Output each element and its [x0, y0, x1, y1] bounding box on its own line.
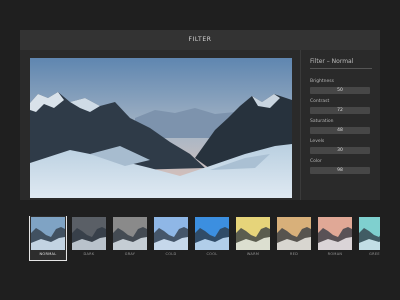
slider-value: 98: [337, 168, 343, 173]
filter-label: ROMAN: [327, 252, 343, 256]
slider-label: Contrast: [310, 99, 330, 104]
slider-value: 72: [337, 108, 343, 113]
filter-name-label: Filter – Normal: [310, 58, 354, 65]
filter-thumbnail-red[interactable]: RED: [276, 216, 312, 260]
slider-label: Levels: [310, 139, 325, 144]
filter-thumbnail-normal[interactable]: NORMAL: [29, 216, 67, 261]
filter-preview-image: [277, 217, 311, 250]
filter-thumbnail-roman[interactable]: ROMAN: [317, 216, 353, 260]
mountain-photo: [30, 58, 292, 198]
filter-thumbnail-cold[interactable]: COLD: [153, 216, 189, 260]
slider-brightness: Brightness 50: [310, 79, 372, 94]
slider-levels: Levels 30: [310, 139, 372, 154]
slider-contrast: Contrast 72: [310, 99, 372, 114]
filter-thumbnail-warm[interactable]: WARM: [235, 216, 271, 260]
slider-value: 48: [337, 128, 343, 133]
slider-label: Brightness: [310, 79, 334, 84]
filter-label: RED: [289, 252, 299, 256]
filter-preview-image: [236, 217, 270, 250]
filter-label: NORMAL: [39, 252, 57, 256]
filter-window: FILTER Filter – Normal Brightness 50 Con…: [20, 30, 380, 200]
filter-thumbnail-dark[interactable]: DARK: [71, 216, 107, 260]
panel-divider: [300, 50, 301, 200]
filter-label: WARM: [246, 252, 260, 256]
filter-preview-image: [31, 217, 65, 250]
contrast-slider[interactable]: 72: [310, 107, 370, 114]
filter-thumbnail-cool[interactable]: COOL: [194, 216, 230, 260]
adjustment-panel: Filter – Normal Brightness 50 Contrast 7…: [310, 56, 372, 196]
filter-label: GRAY: [124, 252, 136, 256]
filter-label: COLD: [165, 252, 177, 256]
window-title: FILTER: [20, 30, 380, 50]
saturation-slider[interactable]: 48: [310, 127, 370, 134]
filter-preview-image: [318, 217, 352, 250]
color-slider[interactable]: 98: [310, 167, 370, 174]
filter-thumbnail-gray[interactable]: GRAY: [112, 216, 148, 260]
photo-preview: [30, 58, 292, 198]
filter-thumbnail-green[interactable]: GREEN: [358, 216, 380, 260]
brightness-slider[interactable]: 50: [310, 87, 370, 94]
slider-color: Color 98: [310, 159, 372, 174]
filter-thumbnail-strip: NORMAL DARK GRAY COLD COOL WARM RED ROMAN GREEN: [28, 216, 380, 262]
slider-label: Saturation: [310, 119, 334, 124]
slider-value: 50: [337, 88, 343, 93]
slider-value: 30: [337, 148, 343, 153]
panel-divider-line: [310, 68, 372, 69]
filter-preview-image: [195, 217, 229, 250]
slider-saturation: Saturation 48: [310, 119, 372, 134]
filter-preview-image: [359, 217, 380, 250]
filter-label: COOL: [206, 252, 218, 256]
filter-label: DARK: [83, 252, 95, 256]
filter-label: GREEN: [369, 252, 380, 256]
levels-slider[interactable]: 30: [310, 147, 370, 154]
slider-label: Color: [310, 159, 322, 164]
filter-preview-image: [113, 217, 147, 250]
filter-preview-image: [72, 217, 106, 250]
filter-preview-image: [154, 217, 188, 250]
